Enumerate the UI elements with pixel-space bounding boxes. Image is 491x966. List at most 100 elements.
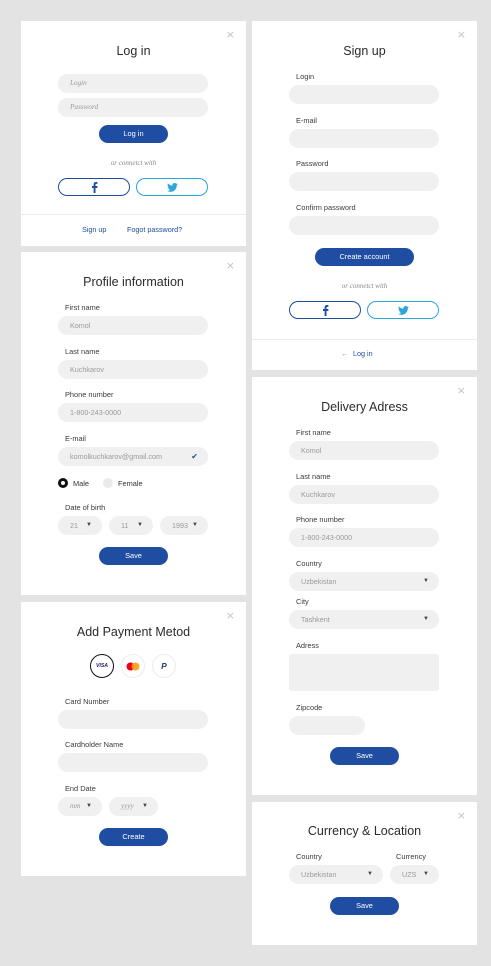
currency-label: Currency — [396, 852, 426, 861]
female-label: Female — [118, 479, 143, 488]
city-label: City — [296, 597, 309, 606]
end-date-label: End Date — [65, 784, 96, 793]
confirm-password-label: Confirm password — [296, 203, 356, 212]
close-icon[interactable]: × — [226, 29, 235, 40]
email-input[interactable]: komolkuchkarov@gmail.com ✔ — [58, 447, 208, 466]
cardholder-label: Cardholder Name — [65, 740, 124, 749]
email-value: komolkuchkarov@gmail.com — [70, 452, 162, 461]
twitter-icon — [397, 305, 409, 315]
signup-link[interactable]: Sign up — [82, 225, 106, 234]
delivery-title: Delivery Adress — [321, 400, 408, 414]
signup-divider — [252, 339, 477, 340]
dob-month-value: 11 — [121, 521, 129, 530]
facebook-icon — [91, 181, 97, 193]
currency-card: × Currency & Location Country Uzbekistan… — [252, 802, 477, 945]
save-button[interactable]: Save — [330, 897, 399, 915]
country-label: Country — [296, 559, 322, 568]
phone-label: Phone number — [65, 390, 114, 399]
cardholder-input[interactable] — [58, 753, 208, 772]
zipcode-label: Zipcode — [296, 703, 323, 712]
email-label: E-mail — [296, 116, 317, 125]
paypal-option[interactable]: P — [152, 654, 176, 678]
or-connect-text: or connetct with — [110, 159, 157, 167]
delivery-card: × Delivery Adress First name Komol Last … — [252, 377, 477, 795]
check-icon: ✔ — [191, 452, 198, 461]
mastercard-icon — [126, 662, 140, 670]
facebook-button[interactable] — [289, 301, 361, 319]
profile-title: Profile information — [83, 275, 184, 289]
or-connect-text: or connetct with — [341, 282, 388, 290]
female-radio[interactable] — [103, 478, 113, 488]
save-button[interactable]: Save — [99, 547, 168, 565]
first-name-label: First name — [65, 303, 100, 312]
first-name-label: First name — [296, 428, 331, 437]
visa-option[interactable]: VISA — [90, 654, 114, 678]
first-name-input[interactable]: Komol — [58, 316, 208, 335]
year-select[interactable]: yyyy ▼ — [109, 797, 158, 816]
close-icon[interactable]: × — [226, 610, 235, 621]
email-input[interactable] — [289, 129, 439, 148]
create-button[interactable]: Create — [99, 828, 168, 846]
first-name-input[interactable]: Komol — [289, 441, 439, 460]
back-arrow-icon[interactable]: ← — [341, 349, 348, 358]
password-input[interactable]: Password — [58, 98, 208, 117]
phone-input[interactable]: 1-800-243-0000 — [58, 403, 208, 422]
close-icon[interactable]: × — [226, 260, 235, 271]
zipcode-input[interactable] — [289, 716, 365, 735]
login-input[interactable]: Login — [58, 74, 208, 93]
city-value: Tashkent — [301, 615, 330, 624]
year-placeholder: yyyy — [121, 802, 134, 810]
payment-title: Add Payment Metod — [76, 625, 191, 639]
forgot-password-link[interactable]: Fogot password? — [127, 225, 182, 234]
currency-title: Currency & Location — [307, 824, 422, 838]
country-value: Uzbekistan — [301, 577, 337, 586]
login-title: Log in — [116, 44, 151, 58]
address-input[interactable] — [289, 654, 439, 691]
card-number-input[interactable] — [58, 710, 208, 729]
month-select[interactable]: mm ▼ — [58, 797, 102, 816]
login-input[interactable] — [289, 85, 439, 104]
close-icon[interactable]: × — [457, 29, 466, 40]
chevron-down-icon: ▼ — [367, 871, 373, 877]
currency-select[interactable]: UZS ▼ — [390, 865, 439, 884]
male-radio[interactable] — [58, 478, 68, 488]
confirm-password-input[interactable] — [289, 216, 439, 235]
country-value: Uzbekistan — [301, 870, 337, 879]
close-icon[interactable]: × — [457, 385, 466, 396]
facebook-button[interactable] — [58, 178, 130, 196]
country-label: Country — [296, 852, 322, 861]
currency-value: UZS — [402, 870, 417, 879]
last-name-input[interactable]: Kuchkarov — [58, 360, 208, 379]
phone-input[interactable]: 1-800-243-0000 — [289, 528, 439, 547]
dob-year-select[interactable]: 1993 ▼ — [160, 516, 208, 535]
visa-icon: VISA — [95, 663, 109, 669]
facebook-icon — [322, 304, 328, 316]
twitter-button[interactable] — [367, 301, 439, 319]
close-icon[interactable]: × — [457, 810, 466, 821]
chevron-down-icon: ▼ — [137, 522, 143, 528]
signup-title: Sign up — [343, 44, 386, 58]
chevron-down-icon: ▼ — [192, 522, 198, 528]
card-number-label: Card Number — [65, 697, 110, 706]
chevron-down-icon: ▼ — [86, 803, 92, 809]
last-name-input[interactable]: Kuchkarov — [289, 485, 439, 504]
chevron-down-icon: ▼ — [86, 522, 92, 528]
last-name-label: Last name — [65, 347, 100, 356]
twitter-button[interactable] — [136, 178, 208, 196]
login-label: Login — [296, 72, 315, 81]
dob-month-select[interactable]: 11 ▼ — [109, 516, 153, 535]
login-link[interactable]: Log in — [353, 349, 373, 358]
city-select[interactable]: Tashkent ▼ — [289, 610, 439, 629]
country-select[interactable]: Uzbekistan ▼ — [289, 572, 439, 591]
country-select[interactable]: Uzbekistan ▼ — [289, 865, 383, 884]
password-input[interactable] — [289, 172, 439, 191]
password-label: Password — [296, 159, 329, 168]
save-button[interactable]: Save — [330, 747, 399, 765]
dob-year-value: 1993 — [172, 521, 188, 530]
month-placeholder: mm — [70, 802, 81, 810]
create-account-button[interactable]: Create account — [315, 248, 414, 266]
dob-day-select[interactable]: 21 ▼ — [58, 516, 102, 535]
login-button[interactable]: Log in — [99, 125, 168, 143]
chevron-down-icon: ▼ — [423, 578, 429, 584]
mastercard-option[interactable] — [121, 654, 145, 678]
